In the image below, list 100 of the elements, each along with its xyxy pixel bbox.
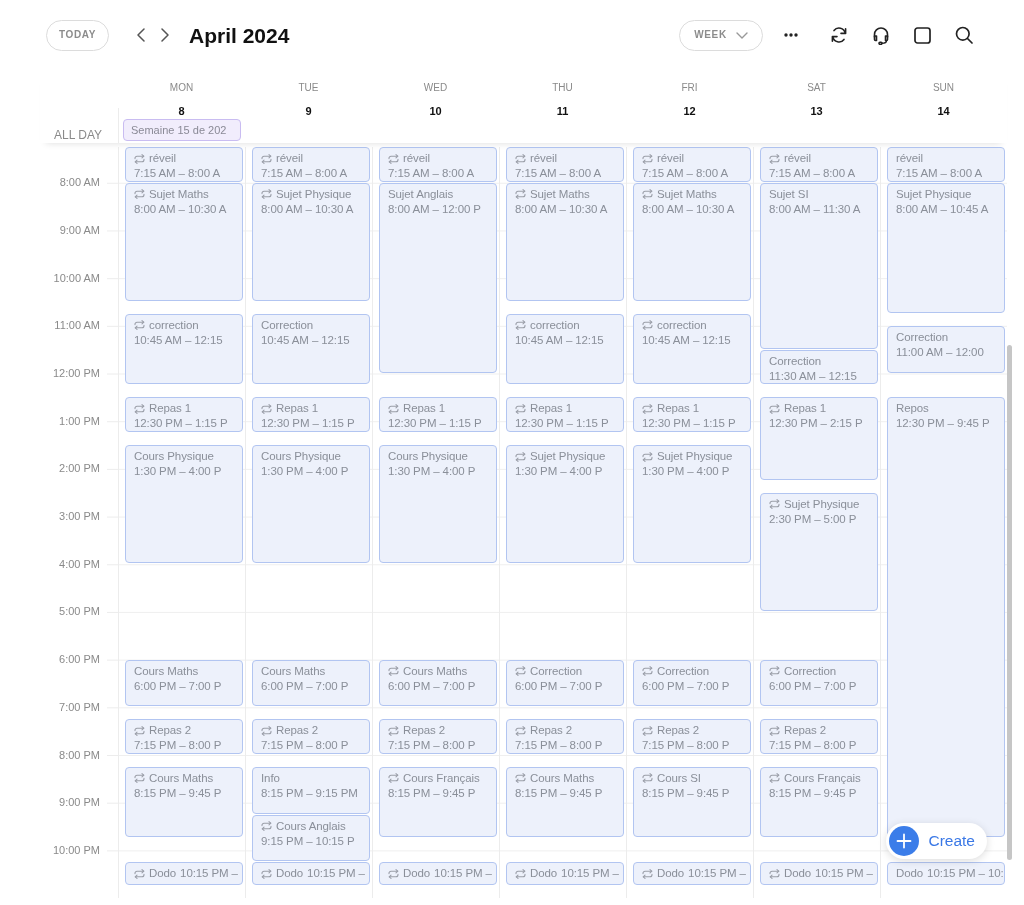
event-time: 12:30 PM – 2:15 P bbox=[769, 417, 863, 430]
event-card[interactable]: correction 10:45 AM – 12:15 bbox=[633, 313, 751, 385]
search-button[interactable] bbox=[955, 26, 973, 44]
event-title: Correction bbox=[784, 663, 837, 679]
event-title: Repas 1 bbox=[657, 401, 700, 417]
event-card[interactable]: réveil 7:15 AM – 8:00 A bbox=[379, 147, 497, 182]
event-title: Dodo bbox=[403, 866, 431, 882]
event-card[interactable]: Cours Maths 6:00 PM – 7:00 P bbox=[252, 659, 370, 707]
event-card[interactable]: Dodo 10:15 PM – bbox=[252, 862, 370, 886]
event-card[interactable]: Repas 2 7:15 PM – 8:00 P bbox=[506, 719, 624, 754]
event-card[interactable]: Dodo 10:15 PM – bbox=[633, 862, 751, 886]
event-card[interactable]: Sujet Anglais 8:00 AM – 12:00 P bbox=[379, 182, 497, 373]
event-card[interactable]: Cours Maths 6:00 PM – 7:00 P bbox=[125, 659, 243, 707]
event-card[interactable]: Cours Physique 1:30 PM – 4:00 P bbox=[379, 445, 497, 564]
event-card[interactable]: Dodo 10:15 PM – bbox=[760, 862, 878, 886]
event-card[interactable]: Sujet Maths 8:00 AM – 10:30 A bbox=[506, 182, 624, 301]
weekday-label: MON bbox=[169, 82, 194, 94]
event-time: 10:15 PM – bbox=[561, 866, 619, 882]
event-card[interactable]: Sujet Maths 8:00 AM – 10:30 A bbox=[125, 182, 243, 301]
event-time: 7:15 AM – 8:00 A bbox=[134, 167, 220, 179]
event-card[interactable]: Sujet Physique 1:30 PM – 4:00 P bbox=[633, 445, 751, 564]
today-button[interactable]: TODAY bbox=[46, 19, 109, 51]
event-time: 10:45 AM – 12:15 bbox=[261, 333, 350, 346]
event-title: Dodo bbox=[276, 866, 304, 882]
event-card[interactable]: Cours Anglais 9:15 PM – 10:15 P bbox=[252, 814, 370, 862]
weekday-label: FRI bbox=[681, 82, 698, 94]
event-card[interactable]: correction 10:45 AM – 12:15 bbox=[125, 313, 243, 385]
headset-button[interactable] bbox=[872, 25, 890, 45]
repeat-icon bbox=[261, 153, 272, 164]
event-card[interactable]: Correction 6:00 PM – 7:00 P bbox=[506, 659, 624, 707]
next-button[interactable] bbox=[161, 28, 169, 42]
event-card[interactable]: réveil 7:15 AM – 8:00 A bbox=[506, 147, 624, 182]
event-card[interactable]: réveil 7:15 AM – 8:00 A bbox=[760, 147, 878, 182]
repeat-icon bbox=[642, 773, 653, 784]
event-card[interactable]: Cours Physique 1:30 PM – 4:00 P bbox=[125, 445, 243, 564]
more-icon bbox=[784, 33, 798, 37]
sync-button[interactable] bbox=[830, 26, 848, 44]
event-card[interactable]: Sujet Physique 2:30 PM – 5:00 P bbox=[760, 492, 878, 611]
event-card[interactable]: Repas 2 7:15 PM – 8:00 P bbox=[633, 719, 751, 754]
event-card[interactable]: réveil 7:15 AM – 8:00 A bbox=[633, 147, 751, 182]
event-card[interactable]: Correction 10:45 AM – 12:15 bbox=[252, 313, 370, 385]
repeat-icon bbox=[388, 666, 399, 677]
event-card[interactable]: Dodo 10:15 PM – 10: bbox=[887, 862, 1005, 886]
chevron-right-icon bbox=[161, 28, 169, 42]
event-time: 1:30 PM – 4:00 P bbox=[134, 465, 222, 478]
more-button[interactable] bbox=[784, 33, 798, 37]
create-button[interactable]: Create bbox=[886, 823, 987, 859]
event-time: 6:00 PM – 7:00 P bbox=[261, 679, 349, 692]
event-card[interactable]: Correction 6:00 PM – 7:00 P bbox=[760, 659, 878, 707]
event-card[interactable]: Correction 6:00 PM – 7:00 P bbox=[633, 659, 751, 707]
event-card[interactable]: Sujet Physique 1:30 PM – 4:00 P bbox=[506, 445, 624, 564]
event-card[interactable]: correction 10:45 AM – 12:15 bbox=[506, 313, 624, 385]
event-card[interactable]: Repas 1 12:30 PM – 2:15 P bbox=[760, 397, 878, 480]
all-day-event[interactable]: Semaine 15 de 202 bbox=[123, 119, 241, 141]
time-label: 3:00 PM bbox=[58, 510, 101, 524]
event-title: Correction bbox=[261, 317, 314, 333]
event-card[interactable]: Cours Maths 8:15 PM – 9:45 P bbox=[125, 766, 243, 838]
event-card[interactable]: Repas 1 12:30 PM – 1:15 P bbox=[506, 397, 624, 433]
event-card[interactable]: Repas 1 12:30 PM – 1:15 P bbox=[125, 397, 243, 433]
event-card[interactable]: Sujet Physique 8:00 AM – 10:45 A bbox=[887, 182, 1005, 313]
event-card[interactable]: réveil 7:15 AM – 8:00 A bbox=[252, 147, 370, 182]
previous-button[interactable] bbox=[137, 28, 145, 42]
event-card[interactable]: réveil 7:15 AM – 8:00 A bbox=[887, 147, 1005, 182]
repeat-icon bbox=[515, 189, 526, 200]
event-card[interactable]: Sujet SI 8:00 AM – 11:30 A bbox=[760, 182, 878, 349]
event-card[interactable]: réveil 7:15 AM – 8:00 A bbox=[125, 147, 243, 182]
event-time: 7:15 PM – 8:00 P bbox=[134, 739, 222, 752]
event-card[interactable]: Cours Maths 8:15 PM – 9:45 P bbox=[506, 766, 624, 838]
time-label: 2:00 PM bbox=[58, 462, 101, 476]
event-card[interactable]: Dodo 10:15 PM – bbox=[379, 862, 497, 886]
event-card[interactable]: Repas 2 7:15 PM – 8:00 P bbox=[760, 719, 878, 754]
scrollbar-thumb[interactable] bbox=[1007, 345, 1012, 860]
event-title: Cours SI bbox=[657, 770, 701, 786]
event-card[interactable]: Cours Français 8:15 PM – 9:45 P bbox=[379, 766, 497, 838]
event-card[interactable]: Repas 1 12:30 PM – 1:15 P bbox=[252, 397, 370, 433]
event-title: Correction bbox=[530, 663, 583, 679]
event-card[interactable]: Cours Maths 6:00 PM – 7:00 P bbox=[379, 659, 497, 707]
square-button[interactable] bbox=[914, 26, 931, 44]
event-title: réveil bbox=[149, 151, 176, 166]
event-card[interactable]: Repas 1 12:30 PM – 1:15 P bbox=[633, 397, 751, 433]
event-card[interactable]: Cours Français 8:15 PM – 9:45 P bbox=[760, 766, 878, 838]
date-number: 9 bbox=[305, 104, 312, 118]
event-title: réveil bbox=[276, 151, 303, 166]
event-card[interactable]: Repas 2 7:15 PM – 8:00 P bbox=[125, 719, 243, 754]
event-card[interactable]: Cours SI 8:15 PM – 9:45 P bbox=[633, 766, 751, 838]
event-title: Repas 2 bbox=[276, 723, 319, 739]
event-card[interactable]: Sujet Maths 8:00 AM – 10:30 A bbox=[633, 182, 751, 301]
event-card[interactable]: Cours Physique 1:30 PM – 4:00 P bbox=[252, 445, 370, 564]
event-time: 11:00 AM – 12:00 bbox=[896, 345, 984, 358]
event-card[interactable]: Repas 2 7:15 PM – 8:00 P bbox=[252, 719, 370, 754]
event-card[interactable]: Sujet Physique 8:00 AM – 10:30 A bbox=[252, 182, 370, 301]
event-card[interactable]: Info 8:15 PM – 9:15 PM bbox=[252, 766, 370, 814]
event-time: 1:30 PM – 4:00 P bbox=[642, 465, 730, 478]
event-card[interactable]: Repas 1 12:30 PM – 1:15 P bbox=[379, 397, 497, 433]
view-dropdown[interactable]: WEEK bbox=[679, 19, 763, 51]
event-card[interactable]: Repas 2 7:15 PM – 8:00 P bbox=[379, 719, 497, 754]
event-card[interactable]: Dodo 10:15 PM – bbox=[506, 862, 624, 886]
event-card[interactable]: Correction 11:30 AM – 12:15 bbox=[760, 349, 878, 385]
event-card[interactable]: Correction 11:00 AM – 12:00 bbox=[887, 325, 1005, 373]
event-card[interactable]: Dodo 10:15 PM – bbox=[125, 862, 243, 886]
